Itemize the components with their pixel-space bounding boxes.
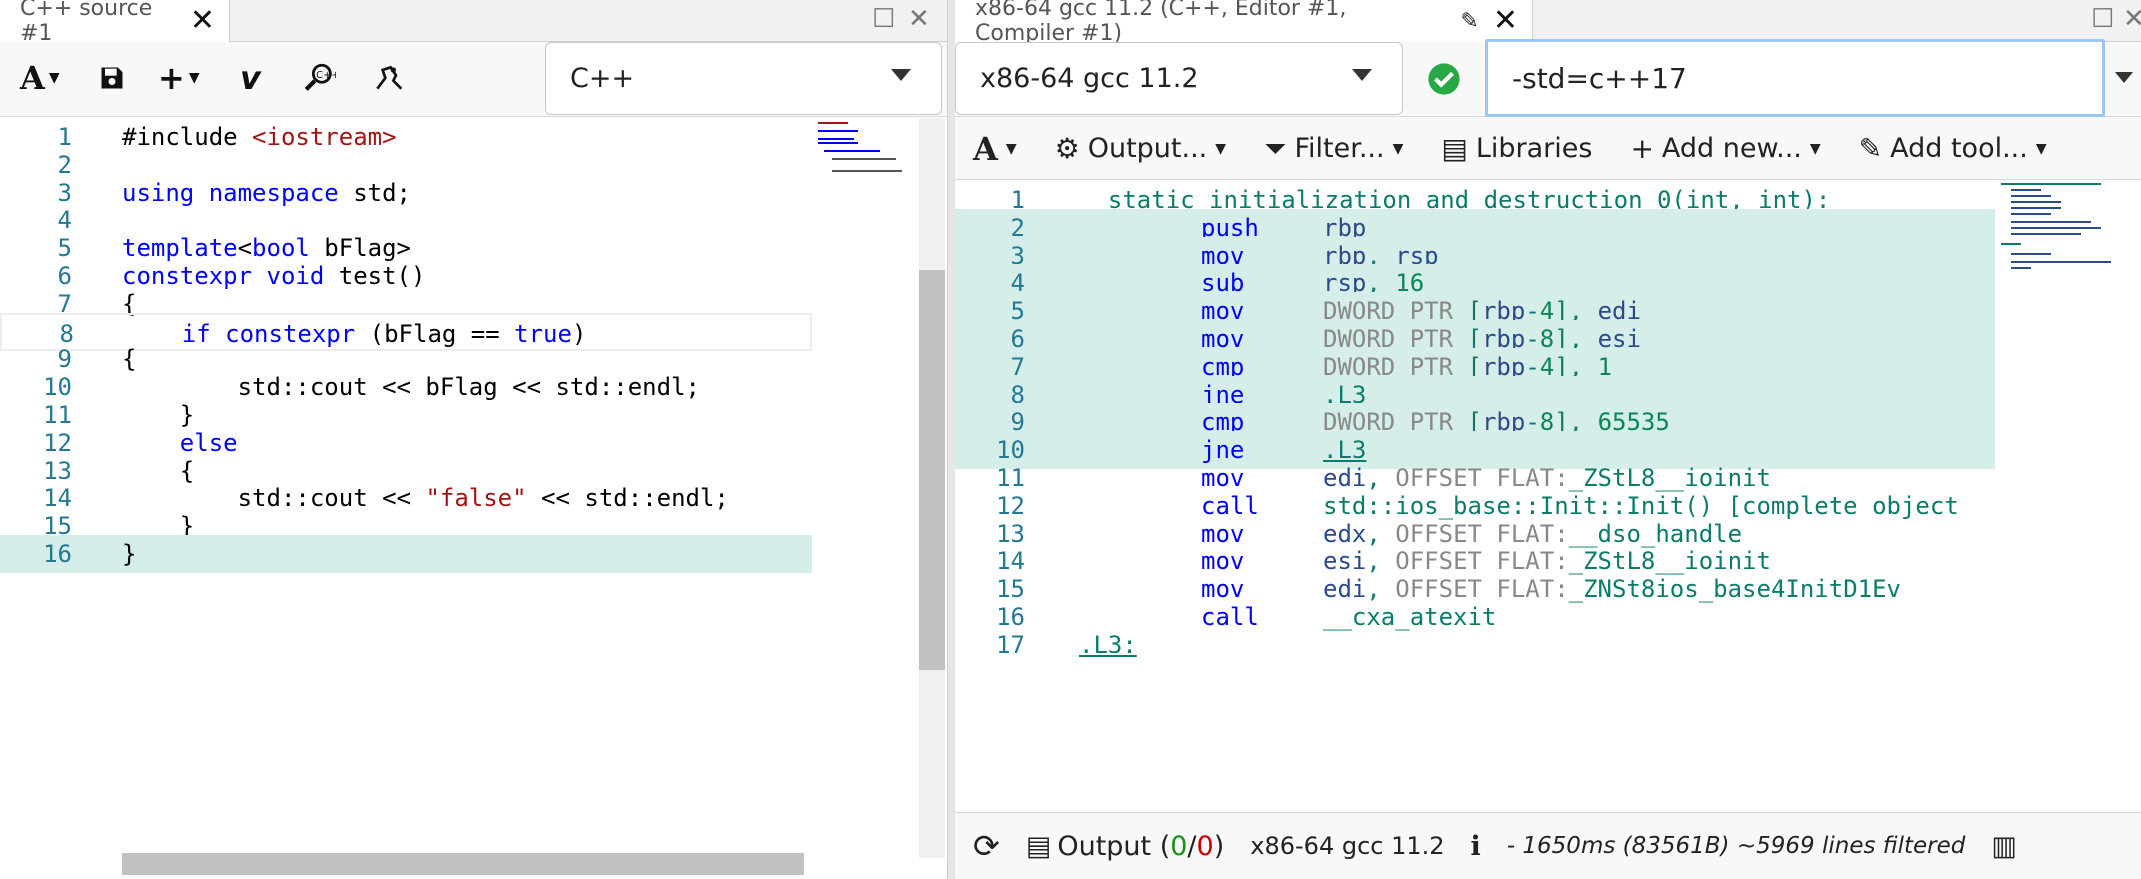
save-icon — [101, 67, 123, 89]
chevron-down-icon: ▼ — [1215, 140, 1227, 157]
compiler-options-value: -std=c++17 — [1512, 61, 1687, 95]
maximize-icon[interactable]: ☐ — [872, 4, 895, 34]
source-tabbar: C++ source #1 ✕ ☐ ✕ — [0, 0, 947, 46]
compiler-value: x86-64 gcc 11.2 — [980, 63, 1199, 94]
close-icon[interactable]: ✕ — [1493, 6, 1518, 36]
gear-icon: ⚙ — [1054, 132, 1080, 165]
output-doc-icon: ▤ — [1025, 830, 1052, 862]
chevron-down-icon: ▼ — [1392, 140, 1404, 157]
code-line[interactable]: 16} — [0, 535, 812, 573]
cppinsights-icon: C++ — [304, 63, 336, 91]
language-value: C++ — [570, 63, 635, 94]
status-compiler-name: x86-64 gcc 11.2 — [1250, 832, 1445, 860]
quickbench-icon — [376, 65, 403, 90]
source-vertical-scrollbar[interactable] — [919, 118, 945, 858]
asm-minimap[interactable] — [1995, 181, 2123, 811]
filter-button[interactable]: ⏷ Filter... ▼ — [1264, 132, 1403, 166]
chevron-down-icon: ▼ — [48, 70, 60, 86]
line-number: 16 — [43, 540, 72, 568]
chevron-down-icon: ▼ — [1809, 140, 1821, 157]
add-icon: + — [1630, 132, 1654, 165]
output-ok-count: 0 — [1170, 830, 1188, 862]
chevron-down-icon: ▼ — [1005, 140, 1017, 157]
recompile-icon[interactable]: ⟳ — [973, 827, 1000, 865]
close-pane-icon[interactable]: ✕ — [2123, 4, 2141, 34]
chevron-down-icon — [891, 69, 911, 81]
close-icon[interactable]: ✕ — [190, 6, 215, 36]
filter-label: Filter... — [1294, 133, 1385, 164]
chevron-down-icon: ▼ — [2035, 140, 2047, 157]
info-icon[interactable]: ℹ — [1471, 831, 1481, 862]
vim-icon: v — [240, 59, 261, 97]
options-dropdown-icon[interactable] — [2115, 72, 2133, 83]
source-code-editor[interactable]: 1 #include <iostream> 2 3 using namespace st… — [0, 118, 922, 879]
line-number: 17 — [996, 630, 1025, 659]
add-tool-button[interactable]: ✎ Add tool... ▼ — [1859, 132, 2047, 165]
close-pane-icon[interactable]: ✕ — [908, 4, 930, 34]
font-size-button[interactable]: A ▼ — [20, 58, 60, 98]
chevron-down-icon — [1352, 69, 1372, 81]
chevron-down-icon: ▼ — [188, 70, 200, 86]
compiler-toolbar: x86-64 gcc 11.2 -std=c++17 — [955, 39, 2141, 117]
libraries-label: Libraries — [1475, 133, 1593, 164]
libraries-button[interactable]: ▤ Libraries — [1441, 132, 1592, 165]
bar-chart-icon[interactable]: ▥ — [1991, 831, 2017, 862]
asm-line[interactable]: 17 .L3: — [955, 626, 1995, 664]
tab-compiler[interactable]: x86-64 gcc 11.2 (C++, Editor #1, Compile… — [955, 0, 1533, 46]
output-separator: / — [1187, 830, 1197, 862]
output-label: Output ( — [1057, 830, 1171, 862]
compiler-tabbar: x86-64 gcc 11.2 (C++, Editor #1, Compile… — [955, 0, 2141, 46]
source-editor-pane: C++ source #1 ✕ ☐ ✕ A▼ +▼ v C++ C++ 1#in… — [0, 0, 948, 879]
add-icon: + — [158, 59, 185, 97]
output-error-count: 0 — [1196, 830, 1214, 862]
tab-compiler-label: x86-64 gcc 11.2 (C++, Editor #1, Compile… — [975, 0, 1347, 46]
assembly-output-editor[interactable]: 1 __static_initialization_and_destruction… — [955, 181, 1995, 811]
filter-icon: ⏷ — [1264, 131, 1287, 165]
quickbench-button[interactable] — [372, 58, 404, 98]
save-button[interactable] — [98, 58, 126, 98]
maximize-icon[interactable]: ☐ — [2091, 4, 2114, 34]
compiler-statusbar: ⟳ ▤ Output (0/0) x86-64 gcc 11.2 ℹ - 165… — [955, 812, 2141, 879]
source-horizontal-scrollbar[interactable] — [122, 853, 804, 875]
cppinsights-button[interactable]: C++ — [302, 58, 336, 98]
font-size-icon: A — [973, 129, 998, 168]
source-toolbar: A▼ +▼ v C++ C++ — [0, 42, 947, 117]
check-circle-icon — [1428, 62, 1460, 95]
output-close-paren: ) — [1213, 830, 1225, 862]
vim-button[interactable]: v — [240, 58, 261, 98]
compiler-pane: x86-64 gcc 11.2 (C++, Editor #1, Compile… — [955, 0, 2141, 879]
tab-source[interactable]: C++ source #1 ✕ — [0, 0, 230, 46]
compiler-select[interactable]: x86-64 gcc 11.2 — [955, 42, 1403, 115]
add-new-button[interactable]: + Add new... ▼ — [1630, 132, 1820, 165]
asm-label[interactable]: .L3: — [1079, 626, 1137, 664]
minimap-preview — [2001, 183, 2111, 269]
tab-source-label: C++ source #1 — [20, 0, 153, 46]
add-button[interactable]: + ▼ — [158, 58, 200, 98]
compiler-options-input[interactable]: -std=c++17 — [1485, 39, 2105, 117]
font-size-icon: A — [20, 59, 45, 97]
svg-text:C++: C++ — [316, 70, 336, 81]
add-tool-label: Add tool... — [1890, 133, 2028, 164]
wrench-icon: ✎ — [1858, 132, 1883, 165]
output-options-label: Output... — [1087, 133, 1208, 164]
output-button[interactable]: ▤ Output (0/0) — [1026, 831, 1224, 862]
font-size-button[interactable]: A ▼ — [973, 130, 1017, 168]
code-text: } — [122, 540, 137, 568]
pane-splitter[interactable] — [948, 0, 955, 879]
compile-status[interactable] — [1403, 42, 1485, 115]
language-select[interactable]: C++ — [545, 42, 942, 115]
book-icon: ▤ — [1441, 132, 1468, 165]
output-options-button[interactable]: ⚙ Output... ▼ — [1055, 132, 1226, 165]
compile-timing: - 1650ms (83561B) ~5969 lines filtered — [1506, 833, 1966, 859]
add-new-label: Add new... — [1661, 133, 1802, 164]
source-minimap[interactable] — [814, 118, 919, 858]
source-scroll-thumb[interactable] — [919, 270, 945, 670]
minimap-preview — [818, 122, 902, 172]
pencil-icon[interactable]: ✎ — [1460, 9, 1478, 34]
compiler-output-toolbar: A ▼ ⚙ Output... ▼ ⏷ Filter... ▼ ▤ Librari… — [955, 118, 2141, 180]
